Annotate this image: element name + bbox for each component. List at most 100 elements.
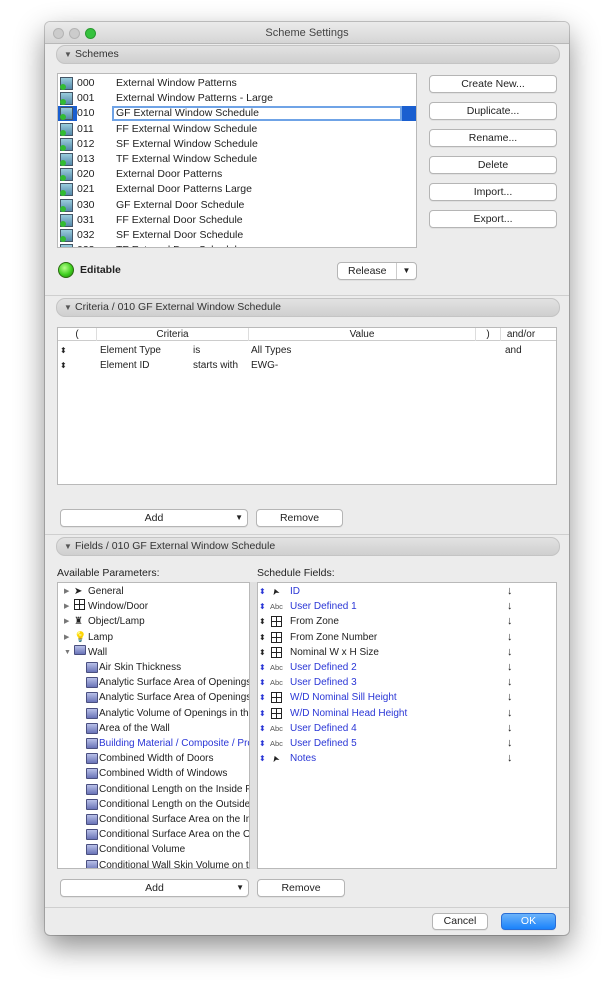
parameter-item[interactable]: Combined Width of Doors (58, 751, 249, 766)
reorder-handle-icon[interactable]: ⬍ (259, 630, 266, 645)
fields-remove-button[interactable]: Remove (257, 879, 345, 897)
criteria-name[interactable]: Element Type (100, 343, 161, 358)
available-parameters-tree[interactable]: ▶ ➤ General ▶ Window/Door ▶ ♜ Object/Lamp ▶ 💡 Lamp… (57, 582, 250, 869)
scheme-name-input[interactable]: GF External Window Schedule (112, 106, 402, 122)
reorder-handle-icon[interactable]: ⬍ (259, 584, 266, 599)
sort-descending-icon[interactable]: ↓ (507, 645, 513, 660)
schedule-field-row[interactable]: ⬍ W/D Nominal Sill Height ↓ (258, 690, 556, 705)
sort-descending-icon[interactable]: ↓ (507, 614, 513, 629)
schemes-section-header[interactable]: ▼ Schemes (56, 45, 560, 64)
schedule-field-row[interactable]: ⬍ ➤ ID ↓ (258, 584, 556, 599)
rename-button[interactable]: Rename... (429, 129, 557, 147)
schedule-field-row[interactable]: ⬍ Abc User Defined 5 ↓ (258, 736, 556, 751)
column-header-andor[interactable]: and/or (501, 328, 541, 341)
reorder-handle-icon[interactable]: ⬍ (259, 736, 266, 751)
delete-button[interactable]: Delete (429, 156, 557, 174)
scheme-row[interactable]: 032 SF External Door Schedule (58, 228, 416, 243)
sort-descending-icon[interactable]: ↓ (507, 584, 513, 599)
sort-descending-icon[interactable]: ↓ (507, 599, 513, 614)
column-header-open-paren[interactable]: ( (58, 328, 97, 341)
parameter-item[interactable]: Conditional Wall Skin Volume on the (58, 858, 249, 868)
parameter-item[interactable]: Conditional Volume (58, 842, 249, 857)
criteria-section-header[interactable]: ▼ Criteria / 010 GF External Window Sched… (56, 298, 560, 317)
schedule-field-row[interactable]: ⬍ From Zone ↓ (258, 614, 556, 629)
sort-descending-icon[interactable]: ↓ (507, 736, 513, 751)
scheme-row[interactable]: 012 SF External Window Schedule (58, 137, 416, 152)
column-header-close-paren[interactable]: ) (476, 328, 501, 341)
scheme-row[interactable]: 013 TF External Window Schedule (58, 152, 416, 167)
criteria-row[interactable]: ⬍ Element Type is All Types and (58, 343, 556, 358)
parameter-item[interactable]: Analytic Surface Area of Openings on (58, 675, 249, 690)
schedule-field-row[interactable]: ⬍ Abc User Defined 3 ↓ (258, 675, 556, 690)
schedule-fields-list[interactable]: ⬍ ➤ ID ↓ ⬍ Abc User Defined 1 ↓ ⬍ From Zone ↓ ⬍ From… (257, 582, 557, 869)
export-button[interactable]: Export... (429, 210, 557, 228)
sort-descending-icon[interactable]: ↓ (507, 690, 513, 705)
parameter-item[interactable]: Analytic Volume of Openings in the (58, 706, 249, 721)
reorder-handle-icon[interactable]: ⬍ (259, 690, 266, 705)
parameter-item[interactable]: Conditional Length on the Inside Face (58, 782, 249, 797)
scheme-row[interactable]: 030 GF External Door Schedule (58, 198, 416, 213)
column-header-value[interactable]: Value (249, 328, 476, 341)
disclosure-open-icon[interactable]: ▼ (64, 645, 71, 660)
import-button[interactable]: Import... (429, 183, 557, 201)
criteria-value[interactable]: All Types (251, 343, 291, 358)
schedule-field-row[interactable]: ⬍ Abc User Defined 2 ↓ (258, 660, 556, 675)
column-header-criteria[interactable]: Criteria (97, 328, 249, 341)
scheme-row[interactable]: 021 External Door Patterns Large (58, 182, 416, 197)
drag-handle-icon[interactable]: ⬍ (60, 358, 67, 373)
scheme-row[interactable]: 000 External Window Patterns (58, 76, 416, 91)
create-new-button[interactable]: Create New... (429, 75, 557, 93)
reorder-handle-icon[interactable]: ⬍ (259, 614, 266, 629)
criteria-name[interactable]: Element ID (100, 358, 149, 373)
schemes-list[interactable]: 000 External Window Patterns 001 External W… (57, 73, 417, 248)
parameter-group[interactable]: ▼ Wall (58, 644, 249, 660)
cancel-button[interactable]: Cancel (432, 913, 488, 930)
fields-add-button[interactable]: Add ▼ (60, 879, 249, 897)
schedule-field-row[interactable]: ⬍ ➤ Notes ↓ (258, 751, 556, 766)
reorder-handle-icon[interactable]: ⬍ (259, 660, 266, 675)
sort-descending-icon[interactable]: ↓ (507, 630, 513, 645)
parameter-group[interactable]: ▶ ➤ General (58, 584, 249, 599)
criteria-value[interactable]: EWG- (251, 358, 278, 373)
scheme-row[interactable]: 010 GF External Window Schedule (58, 106, 416, 122)
criteria-operator[interactable]: is (193, 343, 200, 358)
parameter-item[interactable]: Conditional Surface Area on the Inside (58, 812, 249, 827)
parameter-group[interactable]: ▶ ♜ Object/Lamp (58, 614, 249, 629)
sort-descending-icon[interactable]: ↓ (507, 751, 513, 766)
parameter-item[interactable]: Area of the Wall (58, 721, 249, 736)
scheme-row[interactable]: 001 External Window Patterns - Large (58, 91, 416, 106)
zoom-window-button[interactable] (85, 28, 96, 39)
sort-descending-icon[interactable]: ↓ (507, 660, 513, 675)
close-window-button[interactable] (53, 28, 64, 39)
parameter-item[interactable]: Building Material / Composite / Profile (58, 736, 249, 751)
criteria-add-button[interactable]: Add ▼ (60, 509, 248, 527)
scheme-row[interactable]: 020 External Door Patterns (58, 167, 416, 182)
reorder-handle-icon[interactable]: ⬍ (259, 721, 266, 736)
criteria-operator[interactable]: starts with (193, 358, 238, 373)
parameter-item[interactable]: Analytic Surface Area of Openings on (58, 690, 249, 705)
scheme-row[interactable]: 033 TF External Door Schedule (58, 243, 416, 247)
split-view-divider[interactable] (250, 582, 257, 869)
schedule-field-row[interactable]: ⬍ Abc User Defined 4 ↓ (258, 721, 556, 736)
reorder-handle-icon[interactable]: ⬍ (259, 706, 266, 721)
criteria-row[interactable]: ⬍ Element ID starts with EWG- (58, 358, 556, 373)
schedule-field-row[interactable]: ⬍ Nominal W x H Size ↓ (258, 645, 556, 660)
reorder-handle-icon[interactable]: ⬍ (259, 599, 266, 614)
fields-section-header[interactable]: ▼ Fields / 010 GF External Window Schedul… (56, 537, 560, 556)
ok-button[interactable]: OK (501, 913, 556, 930)
schedule-field-row[interactable]: ⬍ Abc User Defined 1 ↓ (258, 599, 556, 614)
parameter-item[interactable]: Conditional Length on the Outside Face (58, 797, 249, 812)
drag-handle-icon[interactable]: ⬍ (60, 343, 67, 358)
release-button[interactable]: Release ▼ (337, 262, 417, 280)
scheme-row[interactable]: 031 FF External Door Schedule (58, 213, 416, 228)
scheme-row[interactable]: 011 FF External Window Schedule (58, 122, 416, 137)
reorder-handle-icon[interactable]: ⬍ (259, 645, 266, 660)
sort-descending-icon[interactable]: ↓ (507, 721, 513, 736)
reorder-handle-icon[interactable]: ⬍ (259, 751, 266, 766)
parameter-item[interactable]: Combined Width of Windows (58, 766, 249, 781)
parameter-group[interactable]: ▶ 💡 Lamp (58, 630, 249, 645)
schedule-field-row[interactable]: ⬍ W/D Nominal Head Height ↓ (258, 706, 556, 721)
minimize-window-button[interactable] (69, 28, 80, 39)
disclosure-closed-icon[interactable]: ▶ (64, 630, 69, 645)
criteria-remove-button[interactable]: Remove (256, 509, 343, 527)
